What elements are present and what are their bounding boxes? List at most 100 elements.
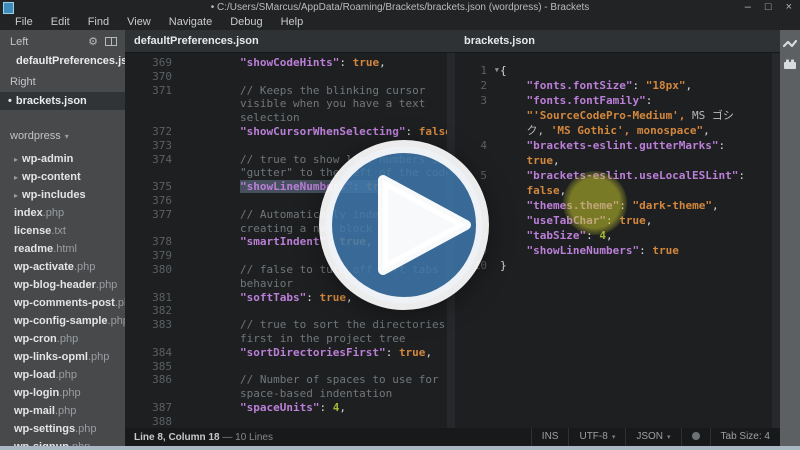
code-line-388[interactable]: 388 <box>125 415 455 429</box>
menu-file[interactable]: File <box>6 15 42 30</box>
tree-item-wp-links-opml[interactable]: wp-links-opml.php <box>0 348 125 366</box>
code-line-wrap[interactable]: ク, 'MS Gothic', monospace", <box>455 123 780 138</box>
gear-icon[interactable]: ⚙ <box>88 35 98 48</box>
code-line-wrap[interactable]: visible when you have a text <box>125 97 455 111</box>
code-line-4[interactable]: 4 "brackets-eslint.gutterMarks": <box>455 138 780 153</box>
code-line-385[interactable]: 385 <box>125 360 455 374</box>
line-number: 383 <box>125 318 182 332</box>
code-text: "spaceUnits": 4, <box>182 401 455 415</box>
code-line-369[interactable]: 369 "showCodeHints": true, <box>125 56 455 70</box>
code-line-384[interactable]: 384 "sortDirectoriesFirst": true, <box>125 346 455 360</box>
line-number: 386 <box>125 373 182 387</box>
line-number: 3 <box>455 93 495 108</box>
code-line-5[interactable]: 5 "brackets-eslint.useLocalESLint": <box>455 168 780 183</box>
maximize-button[interactable]: □ <box>765 1 772 13</box>
code-line-372[interactable]: 372 "showCursorWhenSelecting": false, <box>125 125 455 139</box>
line-number: 385 <box>125 360 182 374</box>
tree-item-wp-includes[interactable]: ▸wp-includes <box>0 186 125 204</box>
code-text <box>182 70 455 84</box>
tab-size-setting[interactable]: Tab Size: 4 <box>710 428 780 446</box>
code-text: first in the project tree <box>182 332 455 346</box>
sidebar: Left ⚙ defaultPreferences.json Right •br… <box>0 30 125 446</box>
tree-item-wp-comments-post[interactable]: wp-comments-post.php <box>0 294 125 312</box>
code-line-383[interactable]: 383 // true to sort the directories <box>125 318 455 332</box>
code-line-7[interactable]: 7 "useTabChar": true, <box>455 213 780 228</box>
code-text: { <box>495 63 780 78</box>
code-text <box>182 415 455 429</box>
tree-item-wp-cron[interactable]: wp-cron.php <box>0 330 125 348</box>
tree-item-readme[interactable]: readme.html <box>0 240 125 258</box>
code-line-wrap[interactable]: first in the project tree <box>125 332 455 346</box>
close-button[interactable]: × <box>786 1 792 13</box>
right-toolbar <box>780 30 800 446</box>
code-text: "brackets-eslint.gutterMarks": <box>495 138 780 153</box>
code-line-10[interactable]: 10} <box>455 258 780 273</box>
working-set-file-brackets.json[interactable]: •brackets.json <box>0 92 125 110</box>
project-dropdown[interactable]: wordpress▾ <box>0 124 125 148</box>
tree-item-wp-content[interactable]: ▸wp-content <box>0 168 125 186</box>
code-line-1[interactable]: 1▼{ <box>455 63 780 78</box>
tree-item-wp-settings[interactable]: wp-settings.php <box>0 420 125 438</box>
code-line-371[interactable]: 371 // Keeps the blinking cursor <box>125 84 455 98</box>
live-preview-icon[interactable] <box>783 38 797 50</box>
tree-item-wp-config-sample[interactable]: wp-config-sample.php <box>0 312 125 330</box>
line-number <box>125 332 182 346</box>
chevron-down-icon: ▾ <box>667 434 671 441</box>
code-line-370[interactable]: 370 <box>125 70 455 84</box>
line-number: 380 <box>125 263 182 277</box>
code-line-3[interactable]: 3 "fonts.fontFamily": <box>455 93 780 108</box>
code-line-2[interactable]: 2 "fonts.fontSize": "18px", <box>455 78 780 93</box>
video-play-button[interactable] <box>319 140 489 310</box>
line-number <box>125 222 182 236</box>
code-line-wrap[interactable]: false, <box>455 183 780 198</box>
line-number <box>125 387 182 401</box>
line-number: 387 <box>125 401 182 415</box>
menu-debug[interactable]: Debug <box>221 15 271 30</box>
menu-view[interactable]: View <box>118 15 160 30</box>
menu-find[interactable]: Find <box>79 15 118 30</box>
code-line-8[interactable]: 8 "tabSize": 4, <box>455 228 780 243</box>
tree-item-license[interactable]: license.txt <box>0 222 125 240</box>
editor-left-filename: defaultPreferences.json <box>125 30 455 53</box>
line-number: 369 <box>125 56 182 70</box>
code-text: // Keeps the blinking cursor <box>182 84 455 98</box>
menu-navigate[interactable]: Navigate <box>160 15 221 30</box>
code-text: "sortDirectoriesFirst": true, <box>182 346 455 360</box>
code-line-9[interactable]: 9 "showLineNumbers": true <box>455 243 780 258</box>
tree-item-wp-load[interactable]: wp-load.php <box>0 366 125 384</box>
overwrite-toggle[interactable]: INS <box>531 428 569 446</box>
line-number: 2 <box>455 78 495 93</box>
split-view-icon[interactable] <box>105 37 117 46</box>
code-line-wrap[interactable]: "'SourceCodePro-Medium', MS ゴシ <box>455 108 780 123</box>
line-number: 384 <box>125 346 182 360</box>
code-line-386[interactable]: 386 // Number of spaces to use for <box>125 373 455 387</box>
line-number <box>125 277 182 291</box>
code-line-wrap[interactable]: true, <box>455 153 780 168</box>
code-line-6[interactable]: 6 "themes.theme": "dark-theme", <box>455 198 780 213</box>
code-line-wrap[interactable]: selection <box>125 111 455 125</box>
code-text <box>182 360 455 374</box>
folder-arrow-icon: ▸ <box>14 173 18 182</box>
tree-item-wp-activate[interactable]: wp-activate.php <box>0 258 125 276</box>
language-dropdown[interactable]: JSON▾ <box>625 428 680 446</box>
encoding-dropdown[interactable]: UTF-8▾ <box>568 428 625 446</box>
extension-manager-icon[interactable] <box>783 58 797 70</box>
code-line-wrap[interactable]: space-based indentation <box>125 387 455 401</box>
editor-right-code[interactable]: 1▼{2 "fonts.fontSize": "18px",3 "fonts.f… <box>455 53 780 450</box>
lint-status[interactable] <box>681 428 710 446</box>
tree-item-index[interactable]: index.php <box>0 204 125 222</box>
menu-help[interactable]: Help <box>272 15 313 30</box>
editor-right-scrollbar[interactable] <box>772 53 780 450</box>
tree-item-wp-login[interactable]: wp-login.php <box>0 384 125 402</box>
working-set-file-defaultPreferences.json[interactable]: defaultPreferences.json <box>0 52 125 70</box>
tree-item-wp-blog-header[interactable]: wp-blog-header.php <box>0 276 125 294</box>
code-text: ク, 'MS Gothic', monospace", <box>495 123 780 138</box>
minimize-button[interactable]: – <box>745 1 751 13</box>
tree-item-wp-admin[interactable]: ▸wp-admin <box>0 150 125 168</box>
folder-arrow-icon: ▸ <box>14 155 18 164</box>
tree-item-wp-mail[interactable]: wp-mail.php <box>0 402 125 420</box>
fold-arrow-icon[interactable]: ▼ <box>495 63 499 78</box>
cursor-position: Line 8, Column 18 — 10 Lines <box>125 432 531 443</box>
menu-edit[interactable]: Edit <box>42 15 79 30</box>
code-line-387[interactable]: 387 "spaceUnits": 4, <box>125 401 455 415</box>
